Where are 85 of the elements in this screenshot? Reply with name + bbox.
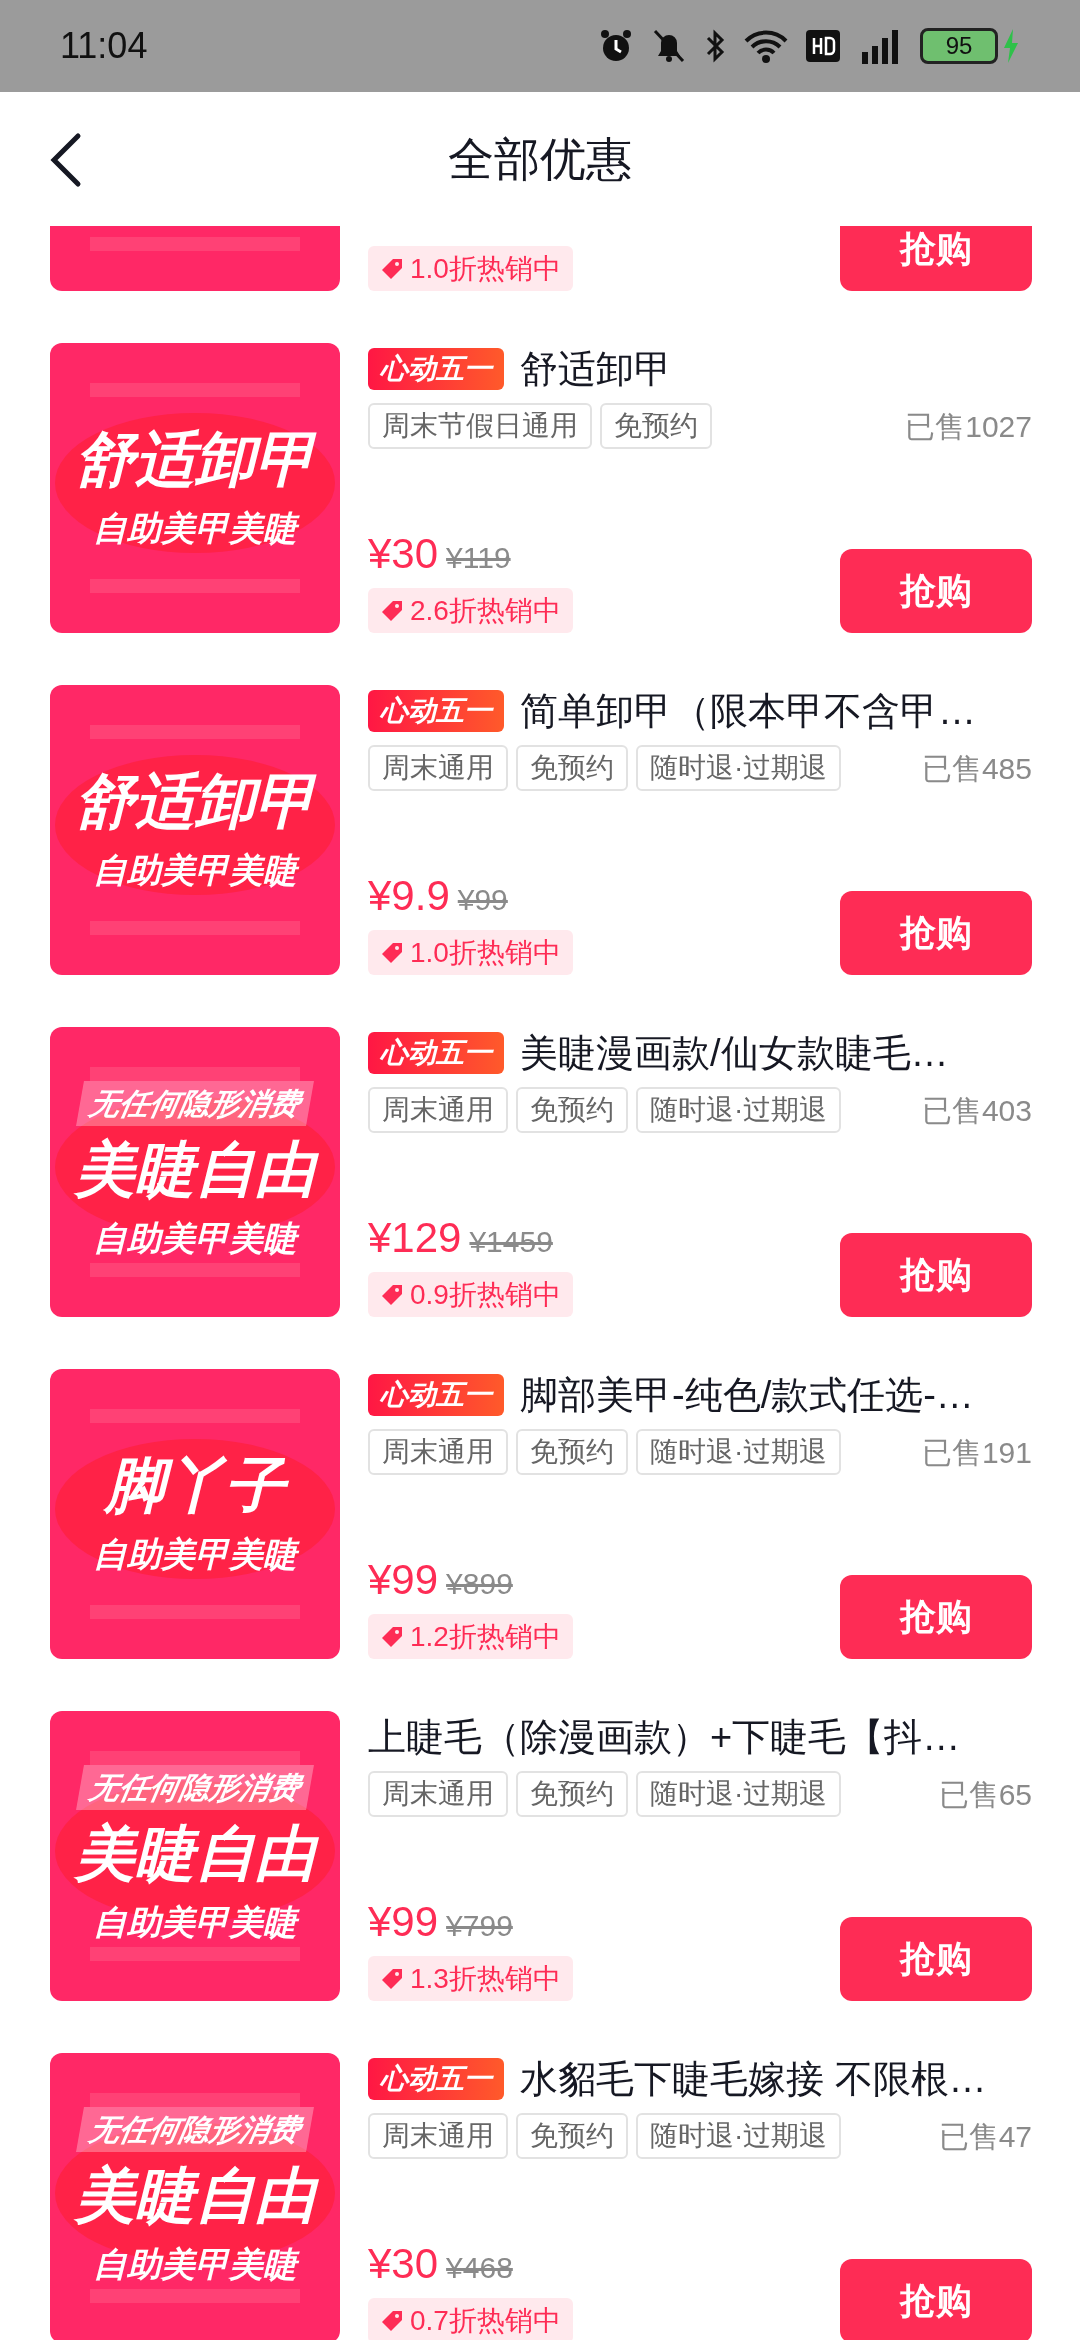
discount-text: 1.2折热销中 <box>410 1620 561 1654</box>
muted-bell-icon <box>652 28 686 64</box>
tag-icon <box>380 256 404 281</box>
thumb-ribbon: 无任何隐形消费 <box>76 2106 314 2152</box>
thumb-headline: 美睫自由 <box>67 1131 323 1207</box>
sold-count: 已售47 <box>938 2118 1032 2155</box>
tag-icon <box>380 940 404 965</box>
deal-tag: 免预约 <box>516 2113 628 2159</box>
deal-tag: 免预约 <box>516 1429 628 1475</box>
buy-button[interactable]: 抢购 <box>840 1575 1032 1659</box>
deal-tag: 免预约 <box>600 403 712 449</box>
deal-title[interactable]: 脚部美甲-纯色/款式任选-… <box>520 1369 974 1421</box>
deal-tag: 周末通用 <box>368 2113 508 2159</box>
tag-icon <box>380 1966 404 1991</box>
status-time: 11:04 <box>60 24 148 68</box>
sold-count: 已售191 <box>921 1434 1032 1471</box>
original-price: ¥799 <box>446 1908 513 1944</box>
buy-button[interactable]: 抢购 <box>840 226 1032 291</box>
buy-button[interactable]: 抢购 <box>840 1917 1032 2001</box>
sold-count: 已售403 <box>921 1092 1032 1129</box>
discount-text: 2.6折热销中 <box>410 594 561 628</box>
deal-title[interactable]: 美睫漫画款/仙女款睫毛… <box>520 1027 949 1079</box>
deal-tag: 周末通用 <box>368 1429 508 1475</box>
buy-button[interactable]: 抢购 <box>840 1233 1032 1317</box>
deal-title[interactable]: 舒适卸甲 <box>520 343 672 395</box>
tag-icon <box>380 1282 404 1307</box>
deal-title[interactable]: 简单卸甲（限本甲不含甲… <box>520 685 976 737</box>
tag-icon <box>380 1624 404 1649</box>
wifi-icon <box>744 29 788 63</box>
deal-tag: 周末通用 <box>368 1771 508 1817</box>
deal-tag: 随时退·过期退 <box>636 1429 842 1475</box>
tag-icon <box>380 2308 404 2333</box>
battery-level: 95 <box>920 28 998 64</box>
promo-badge: 心动五一 <box>368 2058 504 2100</box>
sale-price: ¥99 <box>368 1559 439 1601</box>
promo-badge: 心动五一 <box>368 1032 504 1074</box>
sale-price: ¥30 <box>368 533 439 575</box>
sale-price: ¥9.9 <box>368 875 450 917</box>
promo-badge: 心动五一 <box>368 1374 504 1416</box>
sold-count: 已售485 <box>921 750 1032 787</box>
sale-price: ¥129 <box>368 1217 462 1259</box>
deal-tag: 随时退·过期退 <box>636 2113 842 2159</box>
buy-button[interactable]: 抢购 <box>840 2259 1032 2340</box>
thumb-headline: 舒适卸甲 <box>74 767 318 837</box>
bluetooth-icon <box>704 28 726 64</box>
original-price: ¥99 <box>457 882 508 918</box>
thumb-headline: 舒适卸甲 <box>74 425 318 495</box>
buy-button[interactable]: 抢购 <box>840 891 1032 975</box>
thumb-headline: 美睫自由 <box>67 1815 323 1891</box>
buy-button[interactable]: 抢购 <box>840 549 1032 633</box>
deal-tag: 随时退·过期退 <box>636 1771 842 1817</box>
deal-tag: 随时退·过期退 <box>636 745 842 791</box>
deal-tag: 周末通用 <box>368 745 508 791</box>
deal-tag: 免预约 <box>516 1087 628 1133</box>
thumb-ribbon: 无任何隐形消费 <box>76 1080 314 1126</box>
tag-icon <box>380 598 404 623</box>
promo-badge: 心动五一 <box>368 690 504 732</box>
deal-tag: 随时退·过期退 <box>636 1087 842 1133</box>
discount-text: 1.3折热销中 <box>410 1962 561 1996</box>
promo-badge: 心动五一 <box>368 348 504 390</box>
deal-tag: 免预约 <box>516 1771 628 1817</box>
thumb-headline: 美睫自由 <box>67 2157 323 2233</box>
deal-title[interactable]: 上睫毛（除漫画款）+下睫毛【抖… <box>368 1711 961 1763</box>
sold-count: 已售65 <box>938 1776 1032 1813</box>
original-price: ¥899 <box>446 1566 513 1602</box>
charging-icon <box>1002 29 1020 63</box>
deal-tag: 免预约 <box>516 745 628 791</box>
original-price: ¥468 <box>446 2250 513 2286</box>
thumb-ribbon: 无任何隐形消费 <box>76 1764 314 1810</box>
thumb-headline: 脚丫子 <box>97 1448 293 1523</box>
discount-text: 1.0折热销中 <box>410 936 561 970</box>
sale-price: ¥30 <box>368 2243 439 2285</box>
sale-price: ¥99 <box>368 1901 439 1943</box>
deal-tag: 周末节假日通用 <box>368 403 592 449</box>
discount-text: 1.0折热销中 <box>410 252 561 286</box>
discount-text: 0.9折热销中 <box>410 1278 561 1312</box>
deal-title[interactable]: 水貂毛下睫毛嫁接 不限根… <box>520 2053 987 2105</box>
alarm-icon <box>598 28 634 64</box>
sold-count: 已售1027 <box>905 408 1032 445</box>
hd-icon <box>806 30 840 62</box>
original-price: ¥1459 <box>469 1224 553 1260</box>
page-title: 全部优惠 <box>448 131 632 187</box>
original-price: ¥119 <box>446 540 511 576</box>
discount-text: 0.7折热销中 <box>410 2304 561 2338</box>
deal-tag: 周末通用 <box>368 1087 508 1133</box>
